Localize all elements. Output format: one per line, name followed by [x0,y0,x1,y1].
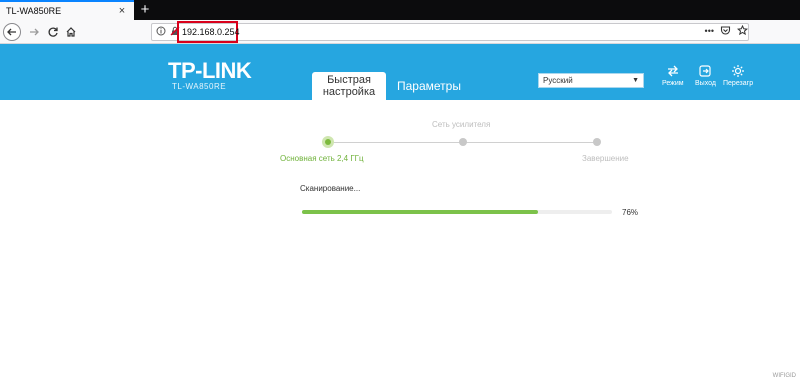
language-select[interactable]: Русский ▼ [538,73,644,88]
tab-title: TL-WA850RE [6,6,62,16]
url-bar-actions: ••• [705,25,748,36]
language-value: Русский [543,76,573,85]
scan-status-label: Сканирование... [300,184,361,193]
new-tab-button[interactable]: + [138,0,152,20]
logout-icon [699,65,712,77]
tab-quick-setup-line1: Быстрая [327,74,371,86]
watermark: WIFIGID [772,373,796,379]
browser-tab[interactable]: TL-WA850RE × [0,0,134,20]
step-1-indicator [325,139,331,145]
navigation-bar [0,20,800,44]
scan-progress-percent: 76% [622,208,639,217]
back-button[interactable] [3,23,21,41]
bookmark-star-icon[interactable] [737,25,748,36]
exit-button[interactable]: Выход [695,64,716,87]
tp-link-logo: TP-LINK [168,58,252,83]
reboot-gear-icon [732,65,745,77]
tab-close-icon[interactable]: × [116,5,128,17]
url-text[interactable]: 192.168.0.254 [182,27,240,37]
home-button[interactable] [62,23,80,41]
step-3-label: Завершение [582,154,629,163]
mode-button[interactable]: Режим [662,64,684,87]
step-2-indicator [459,138,467,146]
step-3-indicator [593,138,601,146]
url-bar[interactable] [151,23,749,41]
chevron-down-icon: ▼ [632,77,639,84]
info-icon[interactable] [156,26,166,36]
step-1-label: Основная сеть 2,4 ГГц [280,154,364,163]
scan-progress-fill [302,210,538,214]
pocket-icon[interactable] [720,25,731,36]
device-model: TL-WA850RE [172,82,227,91]
browser-tab-strip: TL-WA850RE × + [0,0,800,20]
tab-settings[interactable]: Параметры [397,79,461,93]
exit-label: Выход [695,80,716,87]
mode-switch-icon [667,65,678,77]
reboot-label: Перезагр [723,80,754,87]
mode-label: Режим [662,80,684,87]
forward-button[interactable] [25,23,43,41]
scan-progress-bar [302,210,612,214]
reboot-button[interactable]: Перезагр [723,64,753,87]
reload-icon [48,27,58,37]
tab-quick-setup[interactable]: Быстрая настройка [312,72,386,100]
tab-quick-setup-line2: настройка [322,86,376,98]
step-repeater-network-label: Сеть усилителя [432,120,491,129]
home-icon [66,27,76,37]
arrow-left-icon [7,28,16,36]
reload-button[interactable] [44,23,62,41]
page-actions-menu-icon[interactable]: ••• [705,26,714,36]
arrow-right-icon [30,28,39,36]
